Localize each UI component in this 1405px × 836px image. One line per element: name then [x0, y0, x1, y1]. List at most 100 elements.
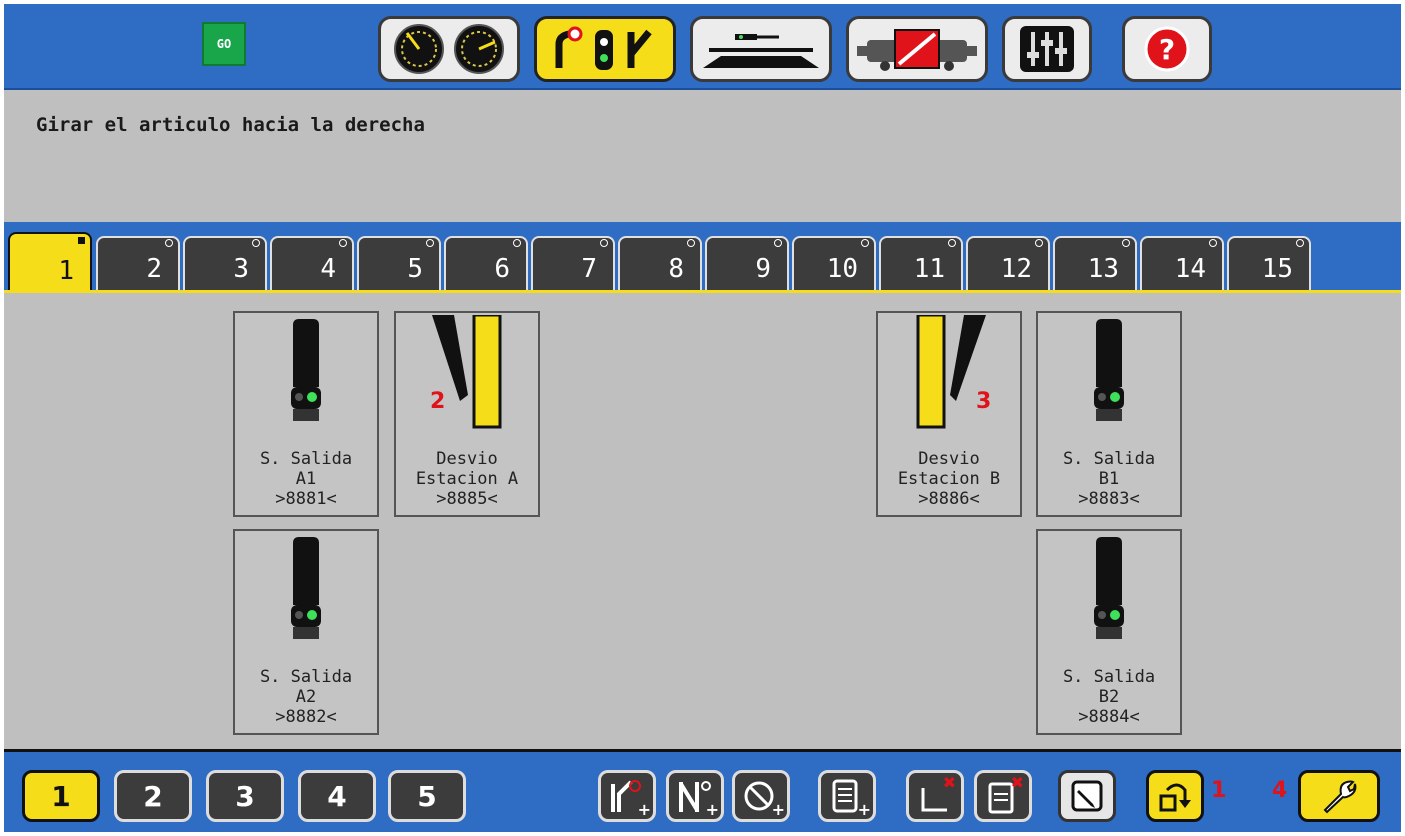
tab-13[interactable]: 13 [1053, 236, 1137, 290]
tile-label: S. Salida B2 >8884< [1062, 667, 1156, 727]
keyboard-button[interactable] [534, 16, 676, 82]
tab-label: 5 [407, 254, 423, 284]
article-tile-turnout-b[interactable]: 3 Desvio Estacion B >8886< [876, 311, 1022, 517]
tab-label: 4 [320, 254, 336, 284]
tab-15[interactable]: 15 [1227, 236, 1311, 290]
tab-7[interactable]: 7 [531, 236, 615, 290]
page-button-2[interactable]: 2 [114, 770, 192, 822]
tab-2[interactable]: 2 [96, 236, 180, 290]
tab-indicator [252, 239, 260, 247]
article-tile-signal-a1[interactable]: S. Salida A1 >8881< [233, 311, 379, 517]
tab-11[interactable]: 11 [879, 236, 963, 290]
bottom-bar: 1 2 3 4 5 + + + + ✖ ✖ 1 4 [4, 752, 1401, 832]
top-bar: GO ? [4, 4, 1401, 90]
tab-indicator [426, 239, 434, 247]
tile-label: Desvio Estacion A >8885< [415, 449, 519, 509]
tab-label: 8 [668, 254, 684, 284]
plus-icon: + [637, 800, 651, 819]
locomotive-button[interactable] [846, 16, 988, 82]
annotation-marker-4: 4 [1272, 778, 1288, 803]
tab-label: 13 [1087, 254, 1119, 284]
tab-14[interactable]: 14 [1140, 236, 1224, 290]
configure-button[interactable] [1298, 770, 1380, 822]
tab-label: 15 [1261, 254, 1293, 284]
tab-indicator [687, 239, 695, 247]
tab-10[interactable]: 10 [792, 236, 876, 290]
tab-9[interactable]: 9 [705, 236, 789, 290]
tab-label: 9 [755, 254, 771, 284]
tab-1[interactable]: 1 [8, 232, 92, 292]
tab-label: 12 [1000, 254, 1032, 284]
tab-label: 1 [58, 256, 74, 286]
rotate-right-button[interactable] [1146, 770, 1204, 822]
tab-indicator [948, 239, 956, 247]
rotate-right-icon [1159, 783, 1191, 812]
article-workspace: S. Salida A1 >8881< 2 Desvio Estacion A >888… [4, 290, 1401, 752]
edit-button[interactable] [1058, 770, 1116, 822]
track-layout-icon [703, 34, 819, 68]
tab-label: 10 [826, 254, 858, 284]
article-tile-signal-b2[interactable]: S. Salida B2 >8884< [1036, 529, 1182, 735]
delete-x-icon: ✖ [1010, 773, 1024, 792]
help-icon: ? [1144, 26, 1190, 72]
tab-label: 2 [146, 254, 162, 284]
tab-label: 3 [233, 254, 249, 284]
add-route-button[interactable]: + [818, 770, 876, 822]
tab-indicator [513, 239, 521, 247]
help-button[interactable]: ? [1122, 16, 1212, 82]
signal-icon [1094, 537, 1124, 639]
tab-6[interactable]: 6 [444, 236, 528, 290]
signal-icon [291, 537, 321, 639]
tab-indicator [78, 237, 85, 244]
tab-indicator [339, 239, 347, 247]
page-button-1[interactable]: 1 [22, 770, 100, 822]
article-tile-signal-a2[interactable]: S. Salida A2 >8882< [233, 529, 379, 735]
tab-label: 14 [1174, 254, 1206, 284]
tab-3[interactable]: 3 [183, 236, 267, 290]
settings-button[interactable] [1002, 16, 1092, 82]
loco-edit-icon [857, 29, 977, 71]
article-tile-turnout-a[interactable]: 2 Desvio Estacion A >8885< [394, 311, 540, 517]
tab-indicator [1296, 239, 1304, 247]
sliders-icon [1020, 26, 1074, 72]
tab-indicator [1122, 239, 1130, 247]
signal-turnout-icon [555, 26, 652, 70]
plus-icon: + [705, 800, 719, 819]
page-button-4[interactable]: 4 [298, 770, 376, 822]
layout-button[interactable] [690, 16, 832, 82]
tab-label: 6 [494, 254, 510, 284]
delete-article-button[interactable]: ✖ [906, 770, 964, 822]
controller-button[interactable] [378, 16, 520, 82]
tab-indicator [1209, 239, 1217, 247]
tab-12[interactable]: 12 [966, 236, 1050, 290]
tile-label: S. Salida A2 >8882< [259, 667, 353, 727]
ecos-screen: GO ? Girar el articulo hacia la derecha … [4, 4, 1401, 832]
tab-indicator [600, 239, 608, 247]
tab-4[interactable]: 4 [270, 236, 354, 290]
tab-indicator [774, 239, 782, 247]
article-tile-signal-b1[interactable]: S. Salida B1 >8883< [1036, 311, 1182, 517]
signal-icon [291, 319, 321, 421]
wrench-icon [1323, 780, 1357, 814]
tile-label: S. Salida B1 >8883< [1062, 449, 1156, 509]
plus-icon: + [857, 800, 871, 819]
tab-indicator [1035, 239, 1043, 247]
go-button[interactable]: GO [202, 22, 246, 66]
page-button-3[interactable]: 3 [206, 770, 284, 822]
tab-8[interactable]: 8 [618, 236, 702, 290]
delete-page-button[interactable]: ✖ [974, 770, 1032, 822]
tile-label: Desvio Estacion B >8886< [897, 449, 1001, 509]
add-signal-button[interactable]: + [598, 770, 656, 822]
add-switch-button[interactable]: + [666, 770, 724, 822]
delete-x-icon: ✖ [942, 773, 956, 792]
tile-label: S. Salida A1 >8881< [259, 449, 353, 509]
tab-5[interactable]: 5 [357, 236, 441, 290]
page-button-5[interactable]: 5 [388, 770, 466, 822]
plus-icon: + [771, 800, 785, 819]
annotation-marker-1: 1 [1211, 778, 1227, 803]
tab-label: 7 [581, 254, 597, 284]
tab-indicator [861, 239, 869, 247]
annotation-marker-3: 3 [976, 389, 992, 414]
add-block-button[interactable]: + [732, 770, 790, 822]
svg-text:?: ? [1159, 33, 1175, 66]
